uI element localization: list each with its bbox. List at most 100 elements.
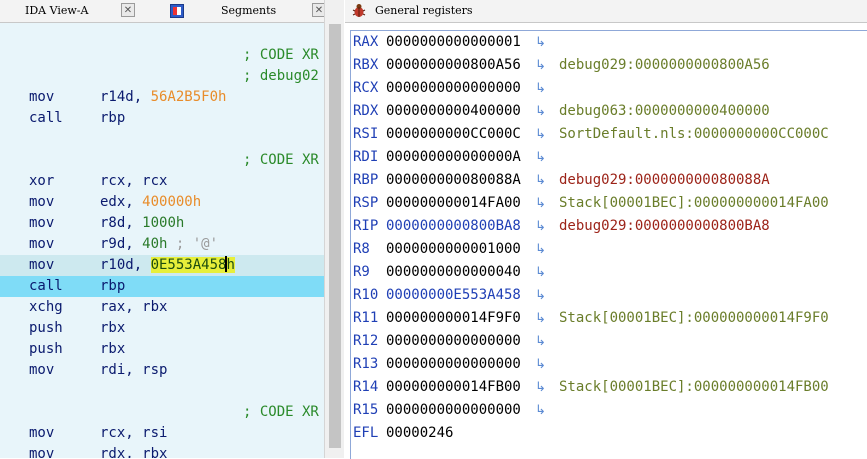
register-target[interactable]: debug029:000000000080088A — [559, 169, 770, 192]
tab-ida-view-a[interactable]: IDA View-A — [25, 0, 88, 22]
register-row[interactable]: R14 000000000014FB00 ↳ Stack[00001BEC]:0000… — [351, 376, 867, 399]
register-value[interactable]: 0000000000000040 — [386, 261, 521, 284]
register-row[interactable]: RAX 0000000000000001 ↳ — [351, 31, 867, 54]
jump-arrow-icon[interactable]: ↳ — [535, 261, 546, 284]
immediate-value[interactable]: 0E553A458h — [150, 256, 235, 273]
disasm-line[interactable]: ; CODE XR — [0, 45, 324, 66]
disasm-line[interactable]: ; debug02 — [0, 66, 324, 87]
register-row[interactable]: EFL 00000246 — [351, 422, 867, 445]
register-value[interactable]: 000000000014F9F0 — [386, 307, 521, 330]
register-value[interactable]: 0000000000800BA8 — [386, 215, 521, 238]
register-list[interactable]: RAX 0000000000000001 ↳ RBX 0000000000800A56 ↳… — [350, 30, 867, 459]
register-target[interactable]: Stack[00001BEC]:000000000014FB00 — [559, 376, 829, 399]
close-icon[interactable]: ✕ — [121, 3, 135, 17]
register-row[interactable]: RSP 000000000014FA00 ↳ Stack[00001BEC]:0000… — [351, 192, 867, 215]
immediate-value[interactable]: 400000h — [142, 194, 201, 210]
close-icon[interactable]: ✕ — [312, 3, 324, 17]
register-target[interactable]: debug029:0000000000800A56 — [559, 54, 770, 77]
register-row[interactable]: RCX 0000000000000000 ↳ — [351, 77, 867, 100]
jump-arrow-icon[interactable]: ↳ — [535, 399, 546, 422]
register-row[interactable]: RIP 0000000000800BA8 ↳ debug029:00000000008… — [351, 215, 867, 238]
disasm-line[interactable]: call rbp — [0, 276, 324, 297]
register-row[interactable]: R13 0000000000000000 ↳ — [351, 353, 867, 376]
register-row[interactable]: R15 0000000000000000 ↳ — [351, 399, 867, 422]
disasm-line[interactable]: call rbp — [0, 108, 324, 129]
register-row[interactable]: R11 000000000014F9F0 ↳ Stack[00001BEC]:0000… — [351, 307, 867, 330]
jump-arrow-icon[interactable]: ↳ — [535, 31, 546, 54]
register-value[interactable]: 00000246 — [386, 422, 453, 445]
register-value[interactable]: 000000000080088A — [386, 169, 521, 192]
register-target[interactable]: Stack[00001BEC]:000000000014FA00 — [559, 192, 829, 215]
jump-arrow-icon[interactable]: ↳ — [535, 353, 546, 376]
immediate-value[interactable]: 1000h — [142, 215, 184, 231]
jump-arrow-icon[interactable]: ↳ — [535, 376, 546, 399]
register-value[interactable]: 000000000014FA00 — [386, 192, 521, 215]
disasm-line[interactable]: xchg rax, rbx — [0, 297, 324, 318]
register-row[interactable]: R10 00000000E553A458 ↳ — [351, 284, 867, 307]
disasm-line[interactable]: mov rcx, rsi — [0, 423, 324, 444]
disasm-line[interactable]: mov rdi, rsp — [0, 360, 324, 381]
immediate-value[interactable]: 40h — [142, 236, 167, 252]
vertical-scrollbar[interactable] — [329, 24, 341, 448]
register-value[interactable]: 000000000000000A — [386, 146, 521, 169]
register-value[interactable]: 0000000000000000 — [386, 399, 521, 422]
tab-segments[interactable]: Segments — [221, 0, 276, 22]
jump-arrow-icon[interactable]: ↳ — [535, 169, 546, 192]
instruction-mnemonic: call — [29, 110, 63, 126]
disasm-line[interactable]: mov rdx, rbx — [0, 444, 324, 458]
disasm-line[interactable]: xor rcx, rcx — [0, 171, 324, 192]
register-value[interactable]: 0000000000000000 — [386, 77, 521, 100]
register-row[interactable]: RSI 0000000000CC000C ↳ SortDefault.nls:0000… — [351, 123, 867, 146]
disasm-line[interactable]: push rbx — [0, 318, 324, 339]
jump-arrow-icon[interactable]: ↳ — [535, 146, 546, 169]
text-cursor — [225, 256, 228, 272]
jump-arrow-icon[interactable]: ↳ — [535, 307, 546, 330]
disasm-line[interactable]: push rbx — [0, 339, 324, 360]
disasm-line[interactable]: mov edx, 400000h — [0, 192, 324, 213]
register-target[interactable]: SortDefault.nls:0000000000CC000C — [559, 123, 829, 146]
jump-arrow-icon[interactable]: ↳ — [535, 215, 546, 238]
register-value[interactable]: 0000000000001000 — [386, 238, 521, 261]
register-value[interactable]: 00000000E553A458 — [386, 284, 521, 307]
register-row[interactable]: RBP 000000000080088A ↳ debug029:00000000008… — [351, 169, 867, 192]
register-target[interactable]: debug063:0000000000400000 — [559, 100, 770, 123]
register-row[interactable]: RDI 000000000000000A ↳ — [351, 146, 867, 169]
register-target[interactable]: Stack[00001BEC]:000000000014F9F0 — [559, 307, 829, 330]
registers-title: General registers — [375, 4, 473, 17]
register-value[interactable]: 0000000000000000 — [386, 353, 521, 376]
jump-arrow-icon[interactable]: ↳ — [535, 123, 546, 146]
register-value[interactable]: 0000000000000001 — [386, 31, 521, 54]
jump-arrow-icon[interactable]: ↳ — [535, 330, 546, 353]
jump-arrow-icon[interactable]: ↳ — [535, 284, 546, 307]
jump-arrow-icon[interactable]: ↳ — [535, 54, 546, 77]
disasm-line[interactable]: mov r8d, 1000h — [0, 213, 324, 234]
immediate-value[interactable]: 56A2B5F0h — [151, 89, 227, 105]
jump-arrow-icon[interactable]: ↳ — [535, 100, 546, 123]
disasm-line[interactable]: mov r10d, 0E553A458h — [0, 255, 324, 276]
instruction-mnemonic: call — [29, 278, 63, 294]
register-target[interactable]: debug029:0000000000800BA8 — [559, 215, 770, 238]
register-value[interactable]: 000000000014FB00 — [386, 376, 521, 399]
instruction-mnemonic: push — [29, 341, 63, 357]
jump-arrow-icon[interactable]: ↳ — [535, 192, 546, 215]
disasm-line[interactable]: ; CODE XR — [0, 402, 324, 423]
disasm-line[interactable] — [0, 129, 324, 150]
jump-arrow-icon[interactable]: ↳ — [535, 77, 546, 100]
disasm-line[interactable]: ; CODE XR — [0, 150, 324, 171]
disasm-line[interactable]: mov r9d, 40h ; '@' — [0, 234, 324, 255]
disasm-line[interactable]: mov r14d, 56A2B5F0h — [0, 87, 324, 108]
register-row[interactable]: RBX 0000000000800A56 ↳ debug029:00000000008… — [351, 54, 867, 77]
register-value[interactable]: 0000000000800A56 — [386, 54, 521, 77]
xref-comment: ; CODE XR — [243, 47, 319, 63]
pane-splitter[interactable] — [324, 0, 344, 458]
register-value[interactable]: 0000000000000000 — [386, 330, 521, 353]
register-row[interactable]: R12 0000000000000000 ↳ — [351, 330, 867, 353]
jump-arrow-icon[interactable]: ↳ — [535, 238, 546, 261]
disassembly-listing[interactable]: ; CODE XR ; debug02 mov r14d, 56A2B5F0h call… — [0, 23, 324, 458]
disasm-line[interactable] — [0, 381, 324, 402]
register-value[interactable]: 0000000000400000 — [386, 100, 521, 123]
register-row[interactable]: R9 0000000000000040 ↳ — [351, 261, 867, 284]
register-row[interactable]: RDX 0000000000400000 ↳ debug063:00000000004… — [351, 100, 867, 123]
register-value[interactable]: 0000000000CC000C — [386, 123, 521, 146]
register-row[interactable]: R8 0000000000001000 ↳ — [351, 238, 867, 261]
